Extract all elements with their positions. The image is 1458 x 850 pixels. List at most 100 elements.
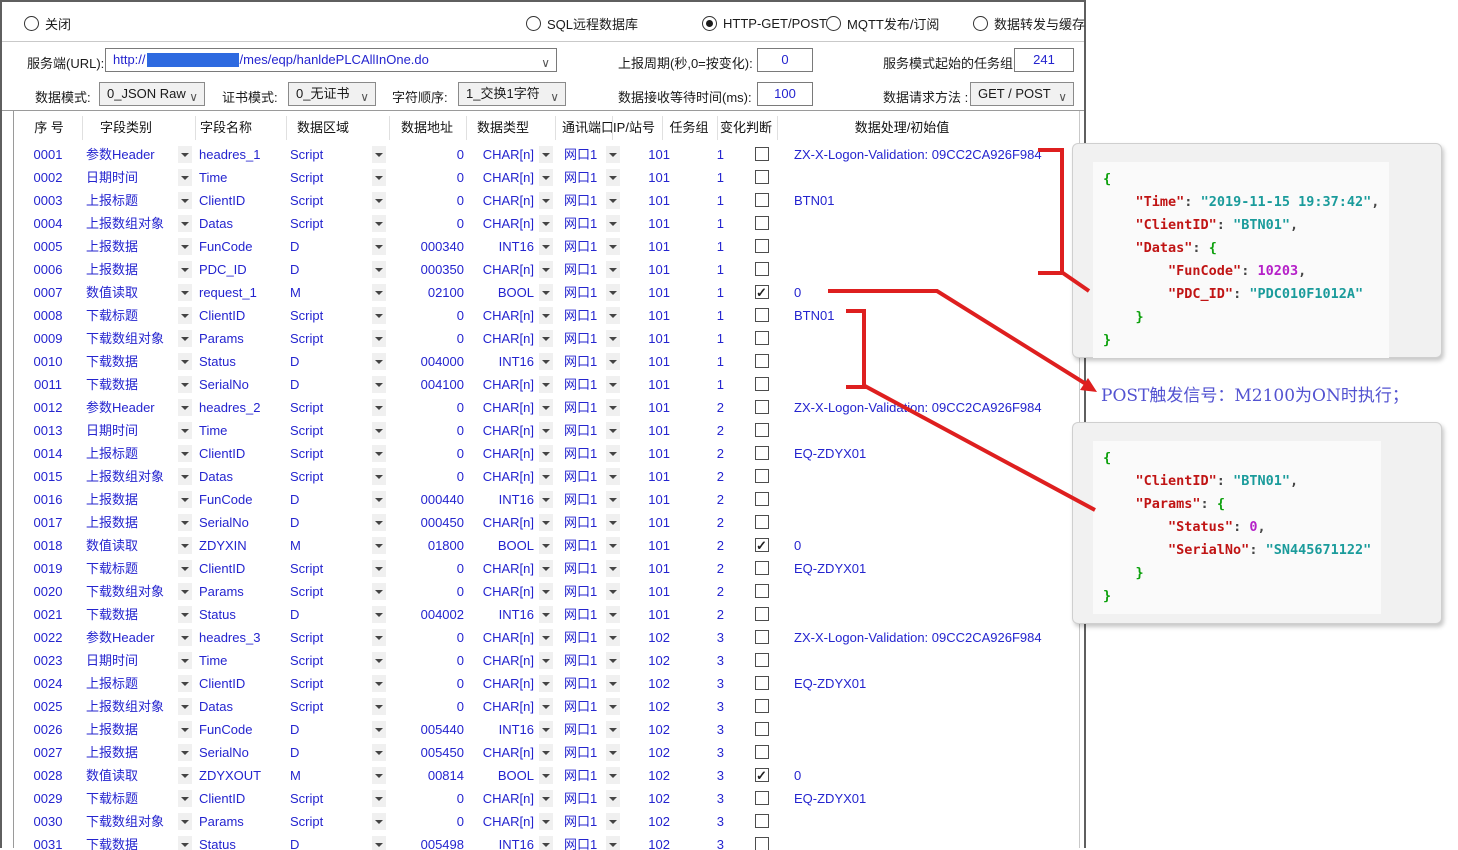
chevron-down-icon[interactable]: ∨ xyxy=(541,52,550,72)
port-dropdown-button[interactable] xyxy=(606,146,620,163)
port-dropdown-button[interactable] xyxy=(606,422,620,439)
type-dropdown-button[interactable] xyxy=(539,307,553,324)
port-dropdown-button[interactable] xyxy=(606,468,620,485)
category-dropdown-button[interactable] xyxy=(178,422,192,439)
mode-radio-sql[interactable]: SQL远程数据库 xyxy=(526,14,638,32)
type-dropdown-button[interactable] xyxy=(539,744,553,761)
port-dropdown-button[interactable] xyxy=(606,744,620,761)
chevron-down-icon[interactable]: ∨ xyxy=(189,86,198,108)
receive-wait-input[interactable]: 100 xyxy=(757,82,813,106)
port-dropdown-button[interactable] xyxy=(606,307,620,324)
port-dropdown-button[interactable] xyxy=(606,261,620,278)
type-dropdown-button[interactable] xyxy=(539,790,553,807)
port-dropdown-button[interactable] xyxy=(606,537,620,554)
char-order-select[interactable]: 1_交换1字符∨ xyxy=(458,82,566,106)
chevron-down-icon[interactable]: ∨ xyxy=(1058,86,1067,108)
category-dropdown-button[interactable] xyxy=(178,146,192,163)
change-detect-checkbox[interactable] xyxy=(755,630,769,644)
port-dropdown-button[interactable] xyxy=(606,767,620,784)
type-dropdown-button[interactable] xyxy=(539,445,553,462)
change-detect-checkbox[interactable] xyxy=(755,170,769,184)
type-dropdown-button[interactable] xyxy=(539,284,553,301)
area-dropdown-button[interactable] xyxy=(372,767,386,784)
type-dropdown-button[interactable] xyxy=(539,537,553,554)
type-dropdown-button[interactable] xyxy=(539,215,553,232)
mode-radio-mqtt[interactable]: MQTT发布/订阅 xyxy=(826,14,939,32)
port-dropdown-button[interactable] xyxy=(606,238,620,255)
category-dropdown-button[interactable] xyxy=(178,353,192,370)
category-dropdown-button[interactable] xyxy=(178,560,192,577)
change-detect-checkbox[interactable] xyxy=(755,147,769,161)
port-dropdown-button[interactable] xyxy=(606,192,620,209)
category-dropdown-button[interactable] xyxy=(178,330,192,347)
category-dropdown-button[interactable] xyxy=(178,445,192,462)
type-dropdown-button[interactable] xyxy=(539,422,553,439)
category-dropdown-button[interactable] xyxy=(178,491,192,508)
area-dropdown-button[interactable] xyxy=(372,215,386,232)
category-dropdown-button[interactable] xyxy=(178,169,192,186)
category-dropdown-button[interactable] xyxy=(178,813,192,830)
area-dropdown-button[interactable] xyxy=(372,698,386,715)
category-dropdown-button[interactable] xyxy=(178,537,192,554)
type-dropdown-button[interactable] xyxy=(539,238,553,255)
area-dropdown-button[interactable] xyxy=(372,583,386,600)
port-dropdown-button[interactable] xyxy=(606,514,620,531)
change-detect-checkbox[interactable] xyxy=(755,446,769,460)
cert-mode-select[interactable]: 0_无证书∨ xyxy=(288,82,376,106)
change-detect-checkbox[interactable] xyxy=(755,699,769,713)
category-dropdown-button[interactable] xyxy=(178,261,192,278)
port-dropdown-button[interactable] xyxy=(606,399,620,416)
server-url-combobox[interactable]: http:///mes/eqp/hanldePLCAllInOne.do ∨ xyxy=(105,48,557,72)
change-detect-checkbox[interactable] xyxy=(755,216,769,230)
change-detect-checkbox[interactable] xyxy=(755,515,769,529)
category-dropdown-button[interactable] xyxy=(178,790,192,807)
change-detect-checkbox[interactable] xyxy=(755,423,769,437)
area-dropdown-button[interactable] xyxy=(372,192,386,209)
change-detect-checkbox[interactable] xyxy=(755,400,769,414)
type-dropdown-button[interactable] xyxy=(539,606,553,623)
change-detect-checkbox[interactable] xyxy=(755,768,769,782)
area-dropdown-button[interactable] xyxy=(372,422,386,439)
type-dropdown-button[interactable] xyxy=(539,652,553,669)
category-dropdown-button[interactable] xyxy=(178,721,192,738)
port-dropdown-button[interactable] xyxy=(606,376,620,393)
area-dropdown-button[interactable] xyxy=(372,675,386,692)
type-dropdown-button[interactable] xyxy=(539,560,553,577)
report-period-input[interactable]: 0 xyxy=(757,48,813,72)
category-dropdown-button[interactable] xyxy=(178,307,192,324)
type-dropdown-button[interactable] xyxy=(539,514,553,531)
chevron-down-icon[interactable]: ∨ xyxy=(360,86,369,108)
port-dropdown-button[interactable] xyxy=(606,813,620,830)
area-dropdown-button[interactable] xyxy=(372,261,386,278)
area-dropdown-button[interactable] xyxy=(372,744,386,761)
port-dropdown-button[interactable] xyxy=(606,675,620,692)
area-dropdown-button[interactable] xyxy=(372,169,386,186)
category-dropdown-button[interactable] xyxy=(178,376,192,393)
change-detect-checkbox[interactable] xyxy=(755,285,769,299)
area-dropdown-button[interactable] xyxy=(372,537,386,554)
area-dropdown-button[interactable] xyxy=(372,813,386,830)
category-dropdown-button[interactable] xyxy=(178,238,192,255)
type-dropdown-button[interactable] xyxy=(539,491,553,508)
port-dropdown-button[interactable] xyxy=(606,353,620,370)
area-dropdown-button[interactable] xyxy=(372,721,386,738)
mode-radio-forward[interactable]: 数据转发与缓存 xyxy=(973,14,1085,32)
mode-radio-off[interactable]: 关闭 xyxy=(24,14,71,32)
area-dropdown-button[interactable] xyxy=(372,606,386,623)
change-detect-checkbox[interactable] xyxy=(755,745,769,759)
type-dropdown-button[interactable] xyxy=(539,169,553,186)
category-dropdown-button[interactable] xyxy=(178,767,192,784)
type-dropdown-button[interactable] xyxy=(539,721,553,738)
change-detect-checkbox[interactable] xyxy=(755,262,769,276)
category-dropdown-button[interactable] xyxy=(178,629,192,646)
change-detect-checkbox[interactable] xyxy=(755,676,769,690)
change-detect-checkbox[interactable] xyxy=(755,538,769,552)
category-dropdown-button[interactable] xyxy=(178,698,192,715)
category-dropdown-button[interactable] xyxy=(178,215,192,232)
category-dropdown-button[interactable] xyxy=(178,652,192,669)
category-dropdown-button[interactable] xyxy=(178,606,192,623)
category-dropdown-button[interactable] xyxy=(178,514,192,531)
port-dropdown-button[interactable] xyxy=(606,698,620,715)
category-dropdown-button[interactable] xyxy=(178,675,192,692)
taskgroup-start-input[interactable]: 241 xyxy=(1014,48,1074,72)
